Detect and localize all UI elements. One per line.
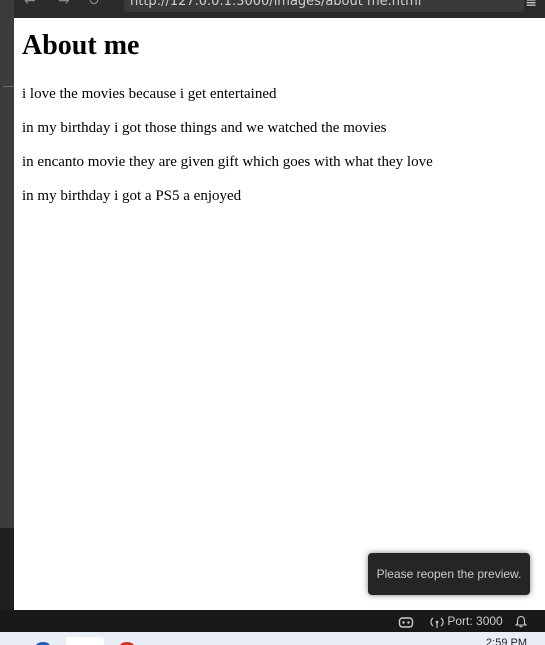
bell-icon[interactable] bbox=[514, 610, 528, 632]
reopen-preview-toast[interactable]: Please reopen the preview. bbox=[368, 553, 530, 595]
url-input[interactable]: http://127.0.0.1:3000/images/about me.ht… bbox=[124, 0, 524, 12]
active-app-icon[interactable] bbox=[66, 637, 104, 645]
editor-gutter bbox=[0, 0, 14, 610]
reload-icon[interactable]: ↻ bbox=[88, 0, 100, 8]
copilot-icon[interactable] bbox=[398, 610, 414, 632]
paragraph: in encanto movie they are given gift whi… bbox=[22, 154, 433, 170]
paragraph: in my birthday i got a PS5 a enjoyed bbox=[22, 188, 242, 204]
arrow-left-icon[interactable]: ← bbox=[24, 0, 36, 8]
hamburger-menu-icon[interactable]: ≡ bbox=[525, 0, 537, 10]
preview-page: About me i love the movies because i get… bbox=[14, 18, 545, 610]
port-label: Port: 3000 bbox=[447, 614, 503, 628]
gutter-divider bbox=[3, 86, 14, 87]
page-title: About me bbox=[22, 30, 140, 61]
os-taskbar: 2:59 PM bbox=[0, 632, 545, 645]
paragraph: i love the movies because i get entertai… bbox=[22, 86, 277, 102]
status-bar: Port: 3000 bbox=[0, 610, 545, 632]
arrow-right-icon[interactable]: → bbox=[58, 0, 70, 8]
port-status[interactable]: Port: 3000 bbox=[430, 610, 503, 632]
toast-message: Please reopen the preview. bbox=[376, 567, 522, 581]
broadcast-icon bbox=[430, 617, 444, 628]
editor-gutter-lower bbox=[0, 528, 14, 610]
clock: 2:59 PM bbox=[486, 637, 527, 645]
browser-toolbar: ← → ↻ http://127.0.0.1:3000/images/about… bbox=[14, 0, 545, 18]
paragraph: in my birthday i got those things and we… bbox=[22, 120, 387, 136]
vscode-preview-window: ← → ↻ http://127.0.0.1:3000/images/about… bbox=[0, 0, 545, 645]
